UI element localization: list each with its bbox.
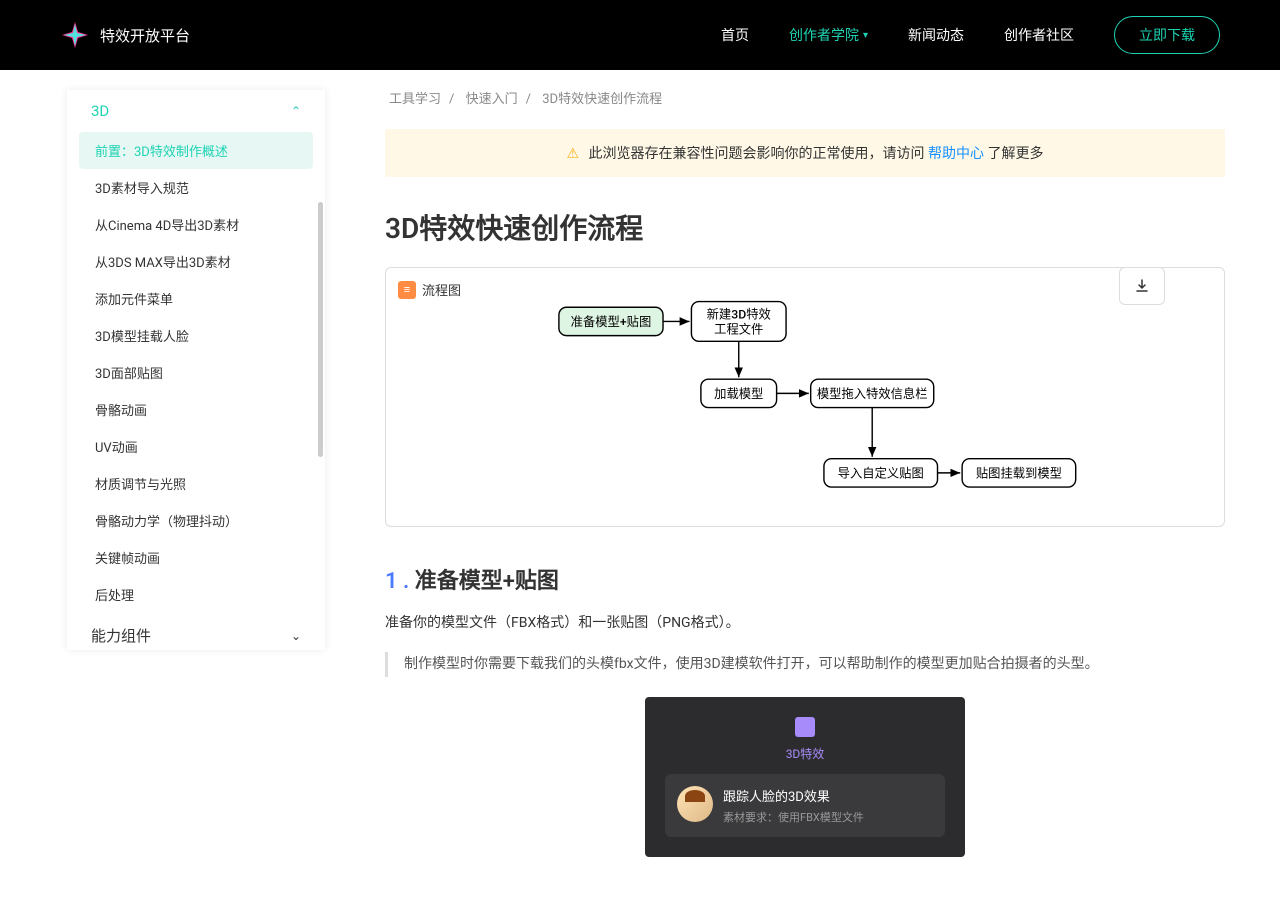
sidebar-item[interactable]: 从Cinema 4D导出3D素材 bbox=[67, 206, 325, 243]
svg-text:准备模型+贴图: 准备模型+贴图 bbox=[571, 315, 652, 330]
nav-creator-academy[interactable]: 创作者学院 ▾ bbox=[789, 25, 868, 45]
sidebar-item[interactable]: 3D面部贴图 bbox=[67, 354, 325, 391]
svg-text:贴图挂载到模型: 贴图挂载到模型 bbox=[976, 467, 1062, 482]
chevron-down-icon: ▾ bbox=[863, 30, 868, 41]
logo-area[interactable]: 特效开放平台 bbox=[60, 20, 190, 50]
sidebar-item[interactable]: 骨骼动力学（物理抖动） bbox=[67, 502, 325, 539]
flowchart-svg: 准备模型+贴图 新建3D特效 工程文件 加载模型 模型拖入特效信息栏 导入自定义… bbox=[398, 290, 1212, 510]
nav-home[interactable]: 首页 bbox=[721, 25, 749, 45]
sidebar: 3D ⌃ 前置：3D特效制作概述 3D素材导入规范 从Cinema 4D导出3D… bbox=[67, 90, 325, 650]
flowchart-label: ≡ 流程图 bbox=[398, 280, 461, 299]
sidebar-item[interactable]: 添加元件菜单 bbox=[67, 280, 325, 317]
svg-text:新建3D特效: 新建3D特效 bbox=[707, 307, 771, 323]
app-card-text: 跟踪人脸的3D效果 素材要求：使用FBX模型文件 bbox=[723, 786, 933, 825]
svg-text:工程文件: 工程文件 bbox=[714, 322, 763, 338]
nav-community[interactable]: 创作者社区 bbox=[1004, 25, 1074, 45]
breadcrumb-item: 3D特效快速创作流程 bbox=[542, 92, 662, 107]
content: 工具学习/ 快速入门/ 3D特效快速创作流程 ⚠ 此浏览器存在兼容性问题会影响你… bbox=[325, 90, 1245, 897]
sidebar-item[interactable]: 从3DS MAX导出3D素材 bbox=[67, 243, 325, 280]
sidebar-item[interactable]: 3D模型挂载人脸 bbox=[67, 317, 325, 354]
app-card: 跟踪人脸的3D效果 素材要求：使用FBX模型文件 bbox=[665, 774, 945, 837]
flowchart-badge-icon: ≡ bbox=[398, 281, 416, 299]
chevron-down-icon: ⌄ bbox=[291, 629, 301, 643]
breadcrumb: 工具学习/ 快速入门/ 3D特效快速创作流程 bbox=[385, 88, 1225, 107]
header: 特效开放平台 首页 创作者学院 ▾ 新闻动态 创作者社区 立即下载 bbox=[0, 0, 1280, 70]
page-title: 3D特效快速创作流程 bbox=[385, 207, 1225, 247]
app-icon-area: 3D特效 bbox=[665, 717, 945, 762]
sidebar-section-ability[interactable]: 能力组件 ⌄ bbox=[67, 613, 325, 650]
main: 3D ⌃ 前置：3D特效制作概述 3D素材导入规范 从Cinema 4D导出3D… bbox=[0, 70, 1280, 897]
scrollbar-thumb[interactable] bbox=[318, 202, 323, 457]
chevron-up-icon: ⌃ bbox=[291, 104, 301, 118]
logo-icon bbox=[60, 20, 90, 50]
cube-icon bbox=[795, 717, 815, 737]
nav-news[interactable]: 新闻动态 bbox=[908, 25, 964, 45]
svg-text:加载模型: 加载模型 bbox=[714, 387, 763, 402]
sidebar-item[interactable]: 关键帧动画 bbox=[67, 539, 325, 576]
sidebar-item[interactable]: 3D素材导入规范 bbox=[67, 169, 325, 206]
svg-text:模型拖入特效信息栏: 模型拖入特效信息栏 bbox=[817, 386, 928, 402]
app-preview: 3D特效 跟踪人脸的3D效果 素材要求：使用FBX模型文件 bbox=[645, 697, 965, 857]
warning-icon: ⚠ bbox=[566, 146, 579, 162]
title-row: 3D特效快速创作流程 bbox=[385, 207, 1225, 247]
sidebar-item[interactable]: UV动画 bbox=[67, 428, 325, 465]
logo-text: 特效开放平台 bbox=[100, 25, 190, 46]
section-heading-1: 1 . 准备模型+贴图 bbox=[385, 563, 1225, 595]
sidebar-item[interactable]: 骨骼动画 bbox=[67, 391, 325, 428]
download-button[interactable]: 立即下载 bbox=[1114, 16, 1220, 54]
scrollbar[interactable] bbox=[317, 90, 325, 650]
warning-banner: ⚠ 此浏览器存在兼容性问题会影响你的正常使用，请访问 帮助中心 了解更多 bbox=[385, 129, 1225, 177]
nav: 首页 创作者学院 ▾ 新闻动态 创作者社区 立即下载 bbox=[721, 16, 1220, 54]
sidebar-item[interactable]: 材质调节与光照 bbox=[67, 465, 325, 502]
section-body: 准备你的模型文件（FBX格式）和一张贴图（PNG格式）。 bbox=[385, 611, 1225, 636]
breadcrumb-item[interactable]: 快速入门 bbox=[466, 92, 518, 107]
breadcrumb-item[interactable]: 工具学习 bbox=[389, 92, 441, 107]
sidebar-item[interactable]: 后处理 bbox=[67, 576, 325, 613]
help-center-link[interactable]: 帮助中心 bbox=[928, 146, 984, 162]
tip-block: 制作模型时你需要下载我们的头模fbx文件，使用3D建模软件打开，可以帮助制作的模… bbox=[385, 652, 1225, 677]
flowchart: ≡ 流程图 准备模型+贴图 新建3D特效 工程文件 加载模型 模型拖入特效信息栏 bbox=[385, 267, 1225, 527]
sidebar-item[interactable]: 前置：3D特效制作概述 bbox=[79, 132, 313, 169]
sidebar-section-3d[interactable]: 3D ⌃ bbox=[67, 90, 325, 132]
avatar bbox=[677, 786, 713, 822]
svg-text:导入自定义贴图: 导入自定义贴图 bbox=[838, 466, 924, 482]
